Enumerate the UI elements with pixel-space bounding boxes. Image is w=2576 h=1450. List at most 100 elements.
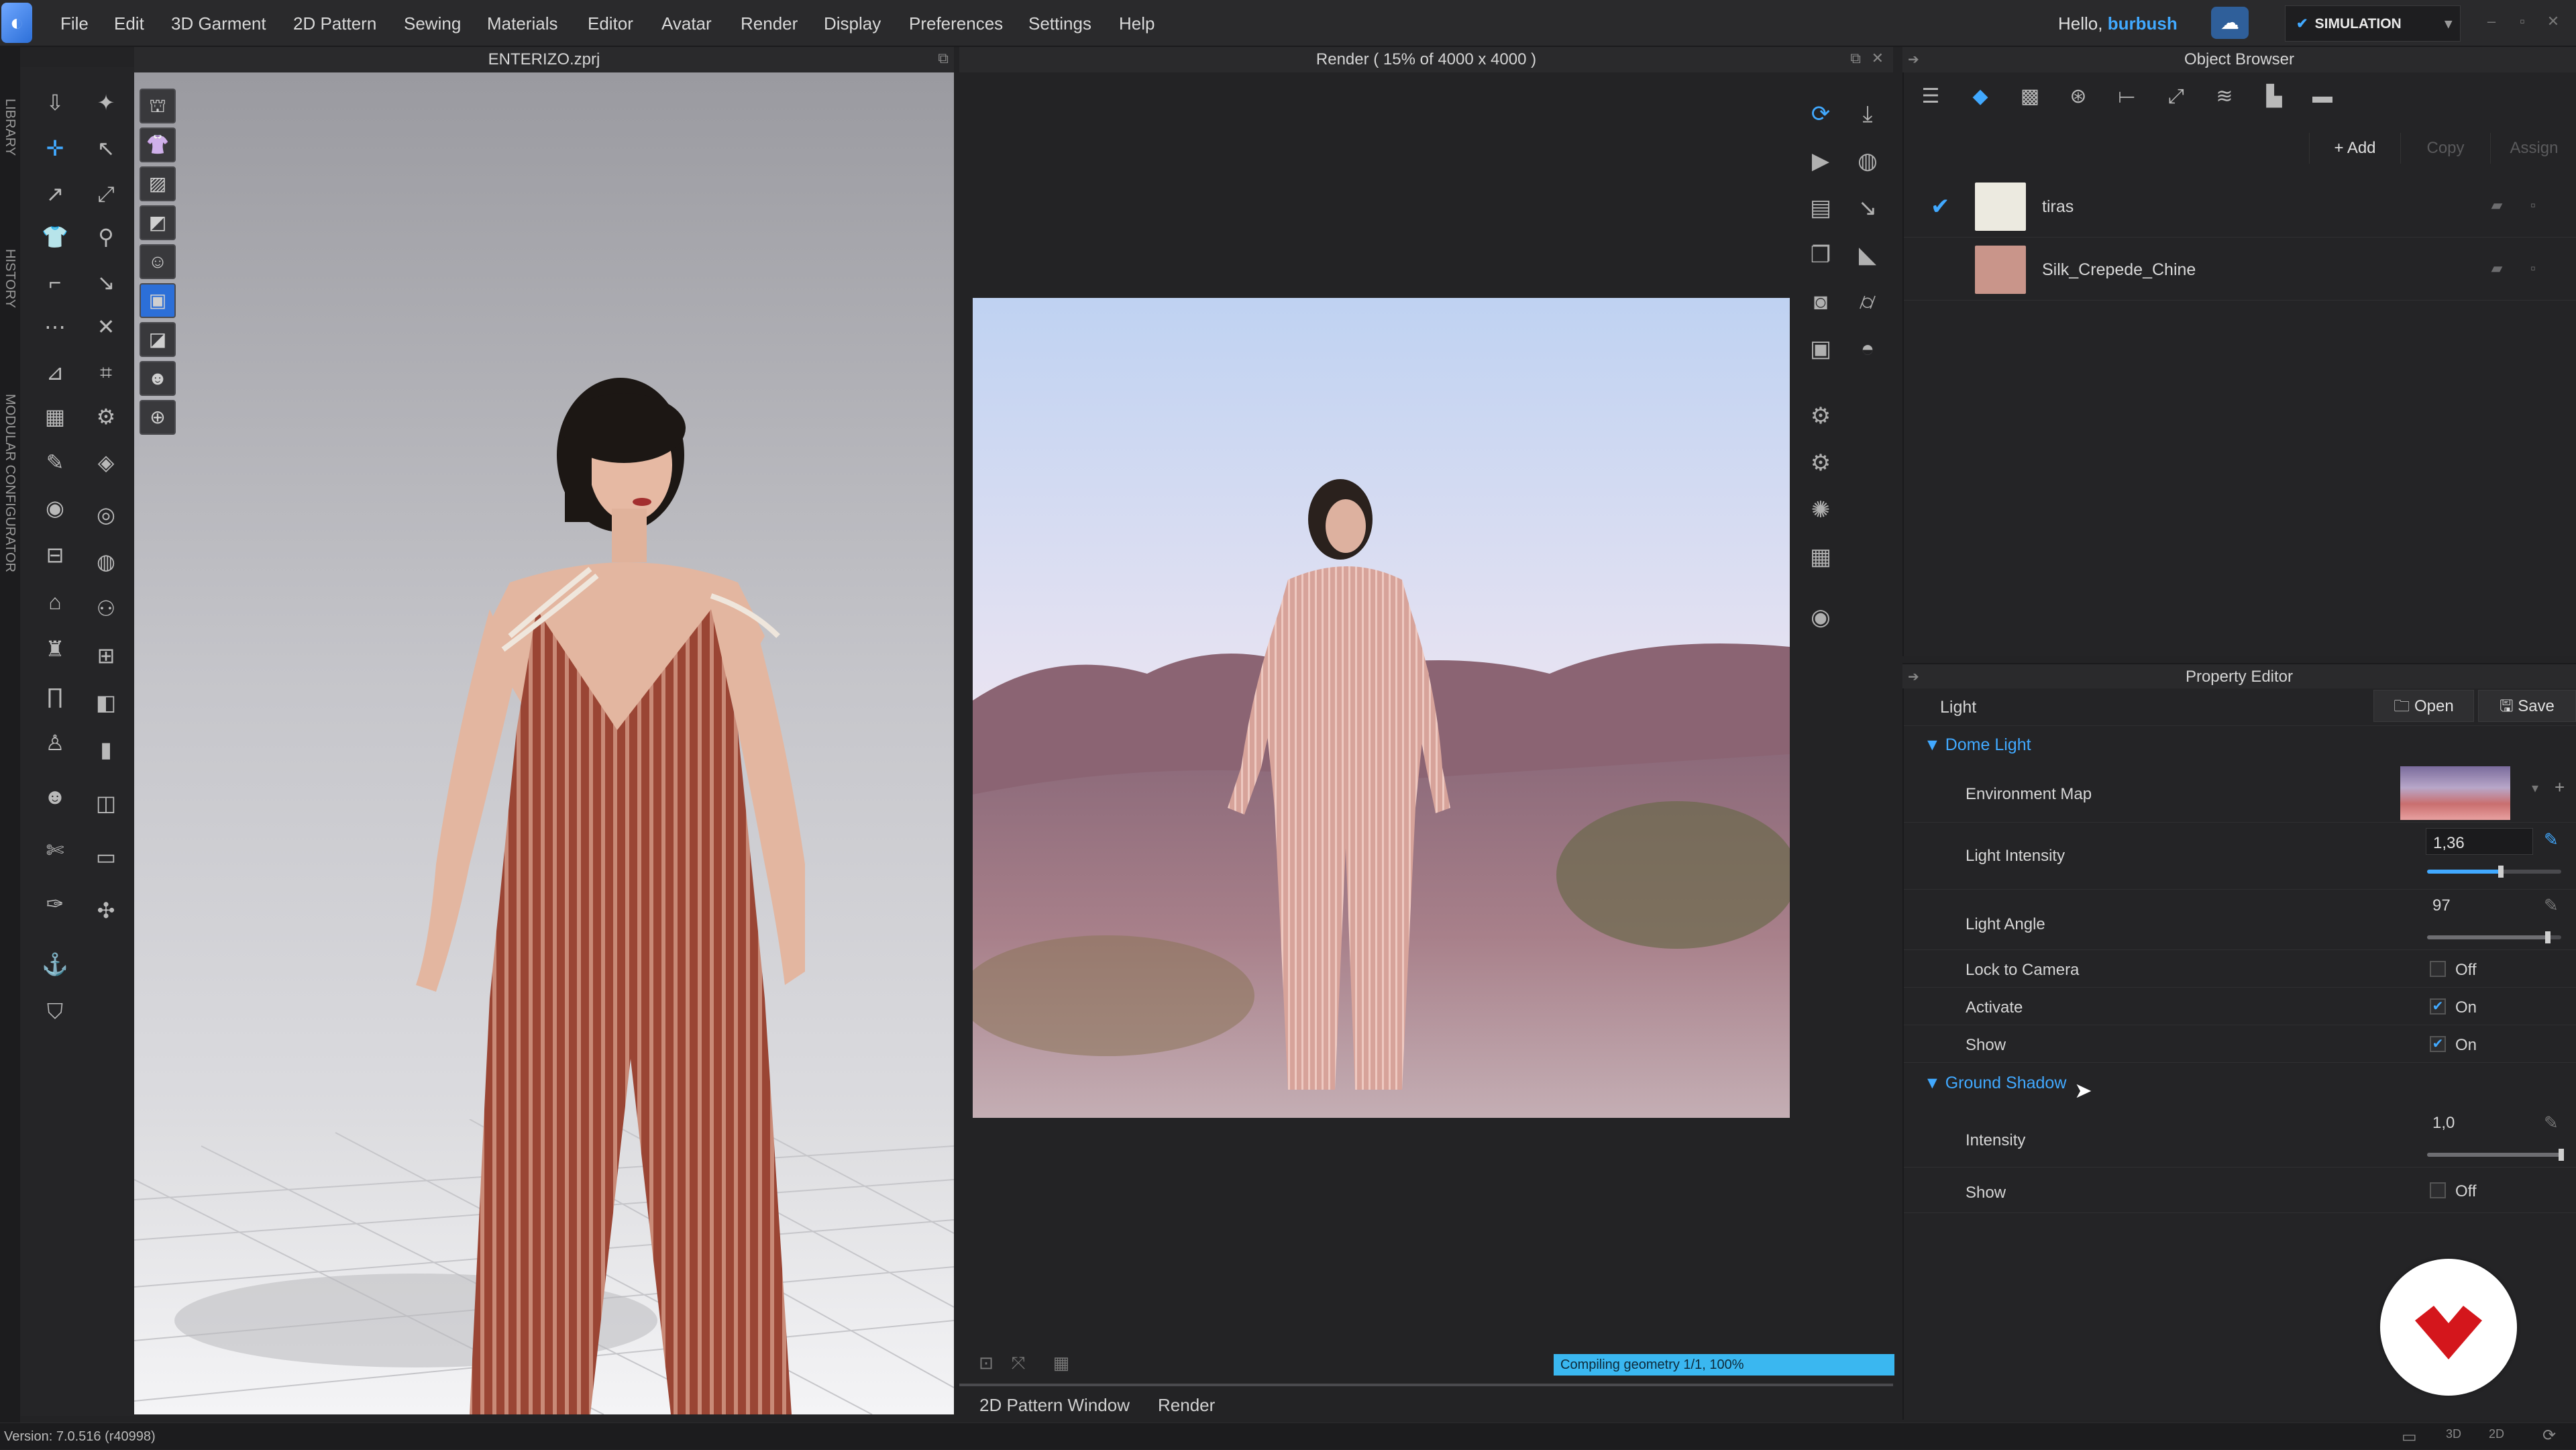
- minimize-icon[interactable]: –: [2482, 12, 2501, 31]
- button-list-icon[interactable]: ⊛: [2058, 78, 2098, 115]
- texture-icon[interactable]: ▦: [36, 399, 74, 435]
- pattern-piece-icon[interactable]: ◫: [87, 785, 125, 821]
- shadow-intensity-slider[interactable]: [2427, 1149, 2564, 1161]
- zipper-list-icon[interactable]: ⟝: [2106, 78, 2147, 115]
- view-garment-icon[interactable]: 👚: [140, 127, 176, 162]
- spotlight-icon[interactable]: ◣: [1847, 235, 1888, 275]
- app-logo-icon[interactable]: ◐: [1, 3, 32, 43]
- view-globe-icon[interactable]: ⊕: [140, 400, 176, 435]
- figure-icon[interactable]: ♙: [36, 725, 74, 761]
- slider-knob[interactable]: [2545, 931, 2551, 943]
- view-2d-icon[interactable]: 2D: [2489, 1427, 2504, 1441]
- menu-display[interactable]: Display: [824, 0, 881, 47]
- copy-material-button[interactable]: Copy: [2400, 133, 2490, 164]
- trim-list-icon[interactable]: ▙: [2254, 78, 2294, 115]
- view-shade-icon[interactable]: ◪: [140, 322, 176, 357]
- trim-icon[interactable]: ◍: [87, 543, 125, 580]
- view-texture-icon[interactable]: ▨: [140, 166, 176, 201]
- environment-map-thumbnail[interactable]: [2400, 766, 2510, 820]
- material-row-silk[interactable]: Silk_Crepede_Chine ▰ ▫: [1904, 239, 2576, 301]
- render-video-icon[interactable]: ▶: [1801, 141, 1841, 181]
- simulation-tool-icon[interactable]: ⇩: [36, 85, 74, 121]
- lock-to-camera-checkbox[interactable]: [2430, 961, 2446, 977]
- open-button[interactable]: 🗀 Open: [2373, 690, 2474, 722]
- save-render-icon[interactable]: ⤓: [1847, 94, 1888, 134]
- tack-tool-icon[interactable]: ↘: [87, 264, 125, 301]
- camera-settings-icon[interactable]: ⚙: [1801, 443, 1841, 483]
- eyedropper-icon[interactable]: ✎: [2544, 895, 2559, 916]
- save-button[interactable]: 🖫 Save: [2478, 690, 2576, 722]
- view-skin-icon[interactable]: ☺: [140, 244, 176, 279]
- view-3d-icon[interactable]: 3D: [2446, 1427, 2461, 1441]
- jacket-icon[interactable]: ⛉: [36, 993, 74, 1029]
- topstitch-icon[interactable]: ⊿: [36, 354, 74, 391]
- fabric-icon[interactable]: ⚙: [87, 399, 125, 435]
- pen-tool-icon[interactable]: ✎: [36, 444, 74, 480]
- slider-knob[interactable]: [2559, 1149, 2564, 1161]
- menu-help[interactable]: Help: [1119, 0, 1155, 47]
- fold-arrangement-icon[interactable]: ⤢: [87, 176, 125, 212]
- menu-render[interactable]: Render: [741, 0, 798, 47]
- avatar-pose-icon[interactable]: ⚇: [87, 590, 125, 627]
- menu-editor[interactable]: Editor: [588, 0, 633, 47]
- popout-icon[interactable]: ⧉: [1850, 50, 1861, 67]
- camera-sync-icon[interactable]: ◉: [1801, 597, 1841, 637]
- shadow-show-checkbox[interactable]: [2430, 1182, 2446, 1198]
- collapse-arrow-icon[interactable]: ➔: [1908, 668, 1919, 685]
- pattern-copy-icon[interactable]: ◧: [87, 684, 125, 721]
- select-mesh-icon[interactable]: ↖: [87, 130, 125, 166]
- menu-file[interactable]: File: [60, 0, 89, 47]
- zoom-fit-icon[interactable]: ⊡: [974, 1353, 998, 1377]
- add-material-button[interactable]: + Add: [2309, 133, 2400, 164]
- cylinder-light-icon[interactable]: ⌭: [1847, 282, 1888, 322]
- pattern-list-icon[interactable]: ▩: [2010, 78, 2050, 115]
- list-view-icon[interactable]: ☰: [1911, 78, 1951, 115]
- ground-shadow-section[interactable]: ▼ Ground Shadow: [1924, 1074, 2066, 1093]
- menu-materials[interactable]: Materials: [487, 0, 557, 47]
- pin-tool-icon[interactable]: ⚲: [87, 219, 125, 255]
- copy-image-icon[interactable]: ❐: [1801, 235, 1841, 275]
- dome-light-section[interactable]: ▼ Dome Light: [1924, 735, 2031, 755]
- pants-icon[interactable]: ∏: [36, 678, 74, 714]
- gizmo-icon[interactable]: ✣: [87, 892, 125, 929]
- light-angle-value[interactable]: 97: [2432, 896, 2451, 915]
- snap-icon[interactable]: ◎: [87, 497, 125, 533]
- camera-frame-icon[interactable]: ▣: [1801, 329, 1841, 369]
- show-checkbox[interactable]: ✔: [2430, 1036, 2446, 1052]
- menu-settings[interactable]: Settings: [1028, 0, 1091, 47]
- render-start-icon[interactable]: ⟳: [1801, 94, 1841, 134]
- view-face-icon[interactable]: ☻: [140, 361, 176, 396]
- clapper-settings-icon[interactable]: ▦: [1801, 537, 1841, 577]
- view-solid-icon[interactable]: ▣: [140, 283, 176, 318]
- select-move-icon[interactable]: ✛: [36, 130, 74, 166]
- grid-view-icon[interactable]: ▦: [1049, 1353, 1073, 1377]
- light-angle-slider[interactable]: [2427, 931, 2561, 943]
- view-render-icon[interactable]: ◩: [140, 205, 176, 240]
- graphic-list-icon[interactable]: ▬: [2302, 78, 2343, 115]
- light-intensity-slider[interactable]: [2427, 866, 2561, 878]
- menu-sewing[interactable]: Sewing: [404, 0, 461, 47]
- avatar-measure-icon[interactable]: ⌂: [36, 584, 74, 620]
- material-flag-icon[interactable]: ▰: [2487, 196, 2506, 215]
- add-icon[interactable]: +: [2555, 777, 2565, 798]
- camera-icon[interactable]: ◙: [1801, 282, 1841, 322]
- dropdown-arrow-icon[interactable]: ▾: [2532, 780, 2538, 796]
- checker-icon[interactable]: ◈: [87, 444, 125, 480]
- tab-render[interactable]: Render: [1158, 1392, 1215, 1418]
- hanger-icon[interactable]: ⚓: [36, 946, 74, 982]
- menu-3d-garment[interactable]: 3D Garment: [171, 0, 266, 47]
- puckering-list-icon[interactable]: ≋: [2204, 78, 2245, 115]
- layout-icon[interactable]: ▭: [2402, 1427, 2417, 1447]
- simulation-mode-button[interactable]: ✔ SIMULATION ▾: [2285, 5, 2461, 42]
- fabric-list-icon[interactable]: ◆: [1960, 78, 2000, 115]
- shadow-intensity-value[interactable]: 1,0: [2432, 1114, 2455, 1133]
- refresh-icon[interactable]: ⟳: [2542, 1426, 2556, 1445]
- edit-pattern-icon[interactable]: ⌐: [36, 264, 74, 301]
- material-delete-icon[interactable]: ▫: [2524, 259, 2542, 278]
- topstitch-list-icon[interactable]: ⤢: [2156, 78, 2196, 115]
- restore-icon[interactable]: ▫: [2513, 12, 2532, 31]
- block-icon[interactable]: ▮: [87, 731, 125, 768]
- menu-preferences[interactable]: Preferences: [909, 0, 1003, 47]
- garment-icon[interactable]: 👕: [36, 219, 74, 255]
- menu-avatar[interactable]: Avatar: [661, 0, 712, 47]
